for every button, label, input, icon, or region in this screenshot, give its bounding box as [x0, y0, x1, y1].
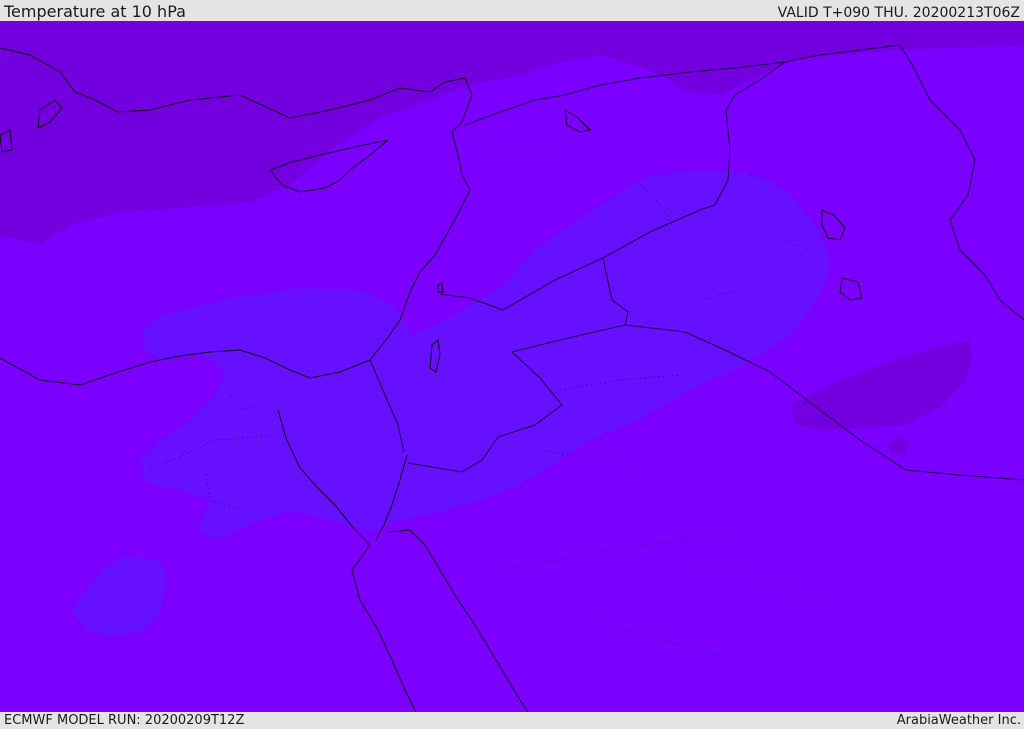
weather-map [0, 21, 1024, 712]
map-frame: Temperature at 10 hPa VALID T+090 THU. 2… [0, 0, 1024, 729]
model-run-label: ECMWF MODEL RUN: 20200209T12Z [4, 713, 245, 728]
map-title: Temperature at 10 hPa [4, 2, 186, 21]
valid-time: VALID T+090 THU. 20200213T06Z [777, 5, 1020, 21]
header-bar: Temperature at 10 hPa VALID T+090 THU. 2… [0, 0, 1024, 21]
credit-label: ArabiaWeather Inc. [896, 713, 1021, 728]
footer-bar: ECMWF MODEL RUN: 20200209T12Z ArabiaWeat… [0, 712, 1024, 729]
